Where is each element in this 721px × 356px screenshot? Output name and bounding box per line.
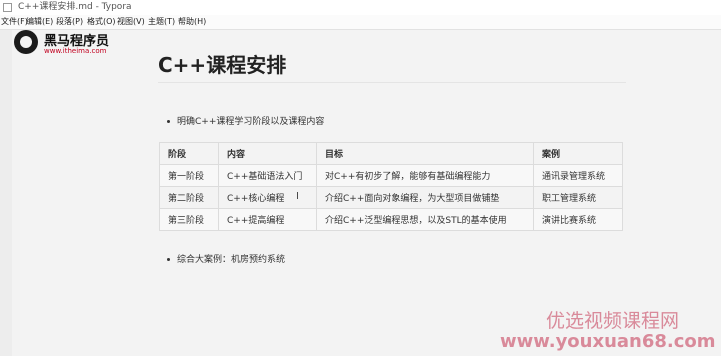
- table-header-cell[interactable]: 目标: [316, 142, 534, 165]
- menu-view[interactable]: 视图(V): [117, 15, 145, 29]
- menu-file[interactable]: 文件(F): [1, 15, 28, 29]
- table-cell[interactable]: 介绍C++面向对象编程，为大型项目做铺垫: [316, 186, 534, 209]
- watermark-title: 优选视频课程网: [546, 310, 680, 332]
- bullet-dot: [167, 258, 170, 261]
- app-icon: [3, 3, 12, 12]
- table-cell[interactable]: C++提高编程: [218, 208, 317, 231]
- menu-theme[interactable]: 主题(T): [148, 15, 175, 29]
- table-cell[interactable]: 演讲比赛系统: [533, 208, 623, 231]
- table-row: 第一阶段 C++基础语法入门 对C++有初步了解，能够有基础编程能力 通讯录管理…: [159, 164, 623, 187]
- menu-paragraph[interactable]: 段落(P): [56, 15, 83, 29]
- text-cursor-icon: I: [296, 191, 299, 202]
- heading-divider: [158, 82, 626, 83]
- bullet-item-case[interactable]: 综合大案例：机房预约系统: [177, 252, 285, 265]
- watermark-url: www.youxuan68.com: [500, 331, 716, 352]
- table-row: 第二阶段 C++核心编程 介绍C++面向对象编程，为大型项目做铺垫 职工管理系统: [159, 186, 623, 209]
- bullet-dot: [167, 120, 170, 123]
- table-header-cell[interactable]: 内容: [218, 142, 317, 165]
- table-header-row: 阶段 内容 目标 案例: [159, 142, 623, 165]
- table-cell[interactable]: 第二阶段: [159, 186, 219, 209]
- document-heading: C++课程安排: [158, 53, 287, 77]
- brand-logo-icon: [14, 30, 38, 54]
- sidebar-strip: [0, 30, 12, 356]
- title-bar: C++课程安排.md - Typora: [0, 0, 721, 16]
- brand-logo: 黑马程序员 www.itheima.com: [14, 28, 124, 64]
- table-cell[interactable]: 介绍C++泛型编程思想，以及STL的基本使用: [316, 208, 534, 231]
- table-header-cell[interactable]: 案例: [533, 142, 623, 165]
- menu-help[interactable]: 帮助(H): [178, 15, 206, 29]
- table-header-cell[interactable]: 阶段: [159, 142, 219, 165]
- window-title: C++课程安排.md - Typora: [18, 2, 132, 12]
- table-cell[interactable]: 对C++有初步了解，能够有基础编程能力: [316, 164, 534, 187]
- table-cell[interactable]: 通讯录管理系统: [533, 164, 623, 187]
- course-plan-table[interactable]: 阶段 内容 目标 案例 第一阶段 C++基础语法入门 对C++有初步了解，能够有…: [159, 142, 623, 231]
- menu-edit[interactable]: 编辑(E): [26, 15, 53, 29]
- table-cell[interactable]: 职工管理系统: [533, 186, 623, 209]
- menu-format[interactable]: 格式(O): [87, 15, 116, 29]
- table-cell[interactable]: C++核心编程: [218, 186, 317, 209]
- table-row: 第三阶段 C++提高编程 介绍C++泛型编程思想，以及STL的基本使用 演讲比赛…: [159, 208, 623, 231]
- table-cell[interactable]: 第三阶段: [159, 208, 219, 231]
- bullet-item-goal[interactable]: 明确C++课程学习阶段以及课程内容: [177, 114, 324, 127]
- brand-url: www.itheima.com: [44, 47, 107, 55]
- table-cell[interactable]: 第一阶段: [159, 164, 219, 187]
- table-cell[interactable]: C++基础语法入门: [218, 164, 317, 187]
